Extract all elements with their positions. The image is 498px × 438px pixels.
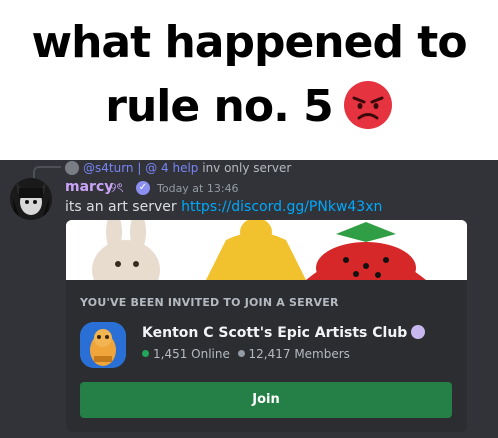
caption-line-2-text: rule no. 5 (105, 81, 333, 132)
online-dot (142, 350, 149, 357)
message-text: its an art server (65, 199, 177, 215)
username-tag: ୨ৎ (110, 181, 124, 196)
server-name: Kenton C Scott's Epic Artists Club (142, 325, 426, 341)
meme-caption: what happened to rule no. 5 (0, 0, 498, 160)
server-stats: 1,451 Online 12,417 Members (142, 347, 350, 361)
member-count: 12,417 Members (248, 347, 350, 361)
chat-panel: @s4turn | @ 4 help inv only server marcy… (0, 160, 498, 438)
username[interactable]: marcy (65, 179, 113, 195)
join-button[interactable]: Join (80, 382, 452, 418)
angry-face-icon (343, 81, 392, 129)
reply-avatar (65, 161, 79, 175)
online-count: 1,451 Online (153, 347, 230, 361)
members-dot (237, 350, 245, 357)
reply-text: inv only server (202, 161, 292, 175)
caption-line-2: rule no. 5 (0, 81, 498, 132)
server-banner (66, 220, 467, 280)
server-icon[interactable] (80, 322, 126, 368)
reply-preview[interactable]: @s4turn | @ 4 help inv only server (65, 161, 291, 175)
server-badge-icon (411, 325, 426, 339)
invite-link[interactable]: https://discord.gg/PNkw43xn (181, 199, 382, 215)
caption-line-1: what happened to (31, 17, 467, 68)
server-name-text: Kenton C Scott's Epic Artists Club (142, 325, 408, 341)
avatar-image (10, 178, 52, 220)
message-content: its an art server https://discord.gg/PNk… (65, 199, 382, 215)
message-timestamp: Today at 13:46 (157, 182, 239, 195)
invite-embed: YOU'VE BEEN INVITED TO JOIN A SERVER Ken… (66, 220, 467, 432)
invite-header: YOU'VE BEEN INVITED TO JOIN A SERVER (80, 296, 339, 309)
avatar[interactable] (10, 178, 52, 220)
server-icon-image (80, 322, 126, 368)
server-banner-image (66, 220, 467, 280)
verified-badge-icon: ✓ (136, 181, 150, 195)
reply-connector (33, 166, 61, 180)
reply-mention[interactable]: @s4turn | @ 4 help (83, 161, 198, 175)
